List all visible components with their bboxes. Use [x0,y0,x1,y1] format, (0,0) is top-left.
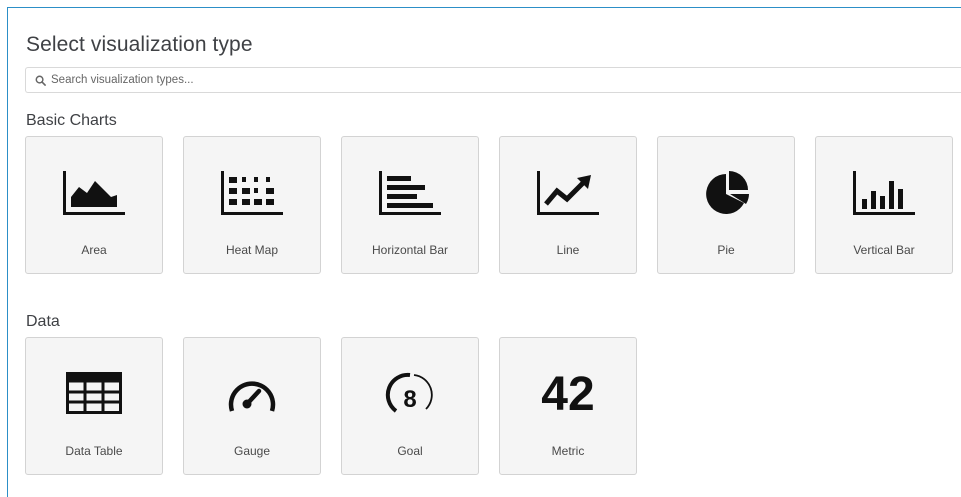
card-area[interactable]: Area [25,136,163,274]
card-label: Data Table [65,444,123,458]
line-chart-icon [500,167,636,217]
card-metric[interactable]: 42 Metric [499,337,637,475]
card-label: Pie [717,243,735,257]
card-heat-map[interactable]: Heat Map [183,136,321,274]
card-pie[interactable]: Pie [657,136,795,274]
search-input[interactable] [51,74,951,86]
search-box[interactable] [25,67,961,93]
card-label: Gauge [233,444,271,458]
vertical-bar-chart-icon [816,167,952,217]
card-label: Vertical Bar [853,243,915,257]
visualization-type-dialog: Select visualization type Basic Charts A… [7,7,961,497]
metric-number: 42 [541,368,595,421]
card-line[interactable]: Line [499,136,637,274]
basic-charts-grid: Area Heat Map Horizontal Bar Line Pie Ve… [25,136,953,274]
card-horizontal-bar[interactable]: Horizontal Bar [341,136,479,274]
gauge-icon [184,368,320,418]
data-grid: Data Table Gauge 8 Goal 42 Metric [25,337,637,475]
metric-icon: 42 [500,368,636,421]
data-table-icon [26,368,162,418]
dialog-title: Select visualization type [26,33,253,56]
horizontal-bar-chart-icon [342,167,478,217]
search-icon [35,75,46,86]
section-title-data: Data [26,313,60,330]
area-chart-icon [26,167,162,217]
goal-icon: 8 [342,368,478,418]
card-label: Metric [551,444,585,458]
svg-text:8: 8 [403,386,416,413]
card-vertical-bar[interactable]: Vertical Bar [815,136,953,274]
card-label: Heat Map [225,243,279,257]
card-gauge[interactable]: Gauge [183,337,321,475]
card-label: Horizontal Bar [371,243,449,257]
pie-chart-icon [658,167,794,217]
card-data-table[interactable]: Data Table [25,337,163,475]
section-title-basic-charts: Basic Charts [26,112,117,129]
card-label: Line [556,243,580,257]
heat-map-icon [184,167,320,217]
card-goal[interactable]: 8 Goal [341,337,479,475]
card-label: Area [81,243,107,257]
card-label: Goal [397,444,423,458]
